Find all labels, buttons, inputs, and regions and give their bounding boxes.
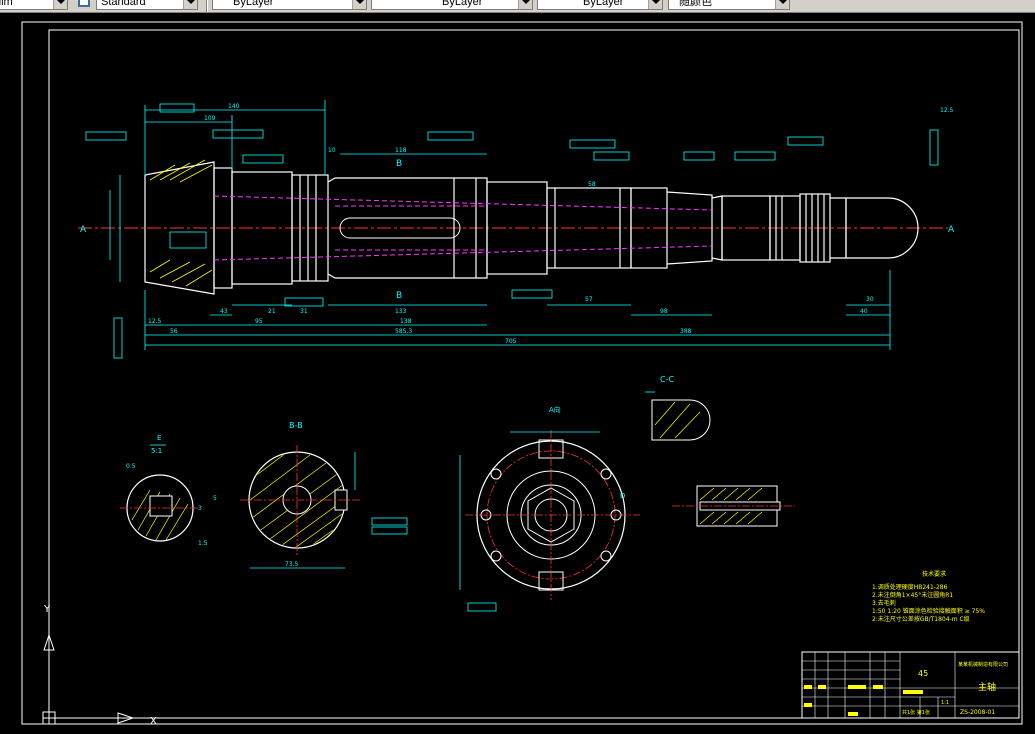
svg-text:45: 45: [918, 669, 928, 678]
svg-text:3.去毛刺: 3.去毛刺: [872, 599, 896, 607]
view-a-flange: A向 D: [459, 405, 640, 612]
technical-requirements: 技术要求 1.调质处理硬度HB241-286 2.未注倒角1×45°未注圆角R1…: [872, 570, 985, 623]
section-marker-b-top: B: [396, 159, 402, 169]
dim-style-icon: [78, 0, 90, 7]
svg-text:98: 98: [660, 308, 668, 315]
svg-text:73.5: 73.5: [285, 561, 299, 568]
svg-text:31: 31: [300, 308, 308, 315]
ucs-x-label: X: [150, 716, 157, 727]
chevron-down-icon[interactable]: [518, 0, 532, 9]
svg-text:技术要求: 技术要求: [922, 570, 946, 578]
svg-text:40: 40: [860, 308, 868, 315]
dim-style-dropdown[interactable]: Standard: [96, 0, 198, 10]
detail-e-view: E 5:1 0.5 3 1.5 5: [120, 434, 217, 547]
svg-text:某某机械制造有限公司: 某某机械制造有限公司: [958, 661, 1008, 668]
svg-text:ZS-2008-01: ZS-2008-01: [960, 709, 995, 716]
svg-text:2:未注尺寸公差按GB/T1804-m C级: 2:未注尺寸公差按GB/T1804-m C级: [872, 615, 970, 623]
svg-text:C-C: C-C: [660, 375, 674, 384]
section-bb-view: B-B 73.5: [240, 421, 408, 569]
svg-text:共1张 第1张: 共1张 第1张: [902, 709, 930, 716]
svg-text:43: 43: [220, 308, 228, 315]
title-block: 45 某某机械制造有限公司 主轴 ZS-2008-01 1:1 共1张 第1张: [801, 651, 1020, 719]
svg-text:1:50 1:20 锥面涂色检验接触面积 ≥ 75%: 1:50 1:20 锥面涂色检验接触面积 ≥ 75%: [872, 607, 985, 615]
view-arrow-a-right: A: [948, 225, 955, 235]
section-dd-view: [672, 485, 795, 527]
lineweight-dropdown[interactable]: ByLayer: [537, 0, 663, 10]
color-dropdown[interactable]: ByLayer: [212, 0, 367, 10]
svg-text:B-B: B-B: [289, 421, 303, 430]
section-marker-b-bottom: B: [396, 291, 402, 301]
svg-text:5:1: 5:1: [151, 447, 162, 455]
ucs-icon: [42, 612, 140, 725]
svg-text:56: 56: [170, 328, 178, 335]
main-shaft-view: A A B B: [78, 159, 955, 301]
svg-text:21: 21: [268, 308, 276, 315]
svg-text:138: 138: [400, 318, 412, 325]
svg-text:5: 5: [213, 495, 217, 502]
svg-text:585.3: 585.3: [395, 328, 412, 335]
ucs-y-label: Y: [43, 604, 51, 615]
svg-text:D: D: [620, 492, 625, 500]
svg-text:3: 3: [198, 505, 202, 512]
text-style-dropdown[interactable]: dim: [0, 0, 68, 10]
chevron-down-icon[interactable]: [352, 0, 366, 9]
svg-text:E: E: [157, 434, 161, 442]
svg-text:118: 118: [395, 147, 407, 154]
chevron-down-icon[interactable]: [775, 0, 789, 9]
svg-text:12.5: 12.5: [148, 318, 162, 325]
svg-text:主轴: 主轴: [978, 681, 996, 693]
svg-text:109: 109: [204, 115, 216, 122]
svg-text:30: 30: [866, 296, 874, 303]
svg-text:1.5: 1.5: [198, 540, 208, 547]
plot-style-dropdown[interactable]: 随颜色: [668, 0, 790, 10]
toolbar-separator: [206, 0, 208, 12]
svg-text:2.未注倒角1×45°未注圆角R1: 2.未注倒角1×45°未注圆角R1: [872, 591, 953, 599]
main-view-dimension-text: 705 56 388 585.3 138 133 43 95 31 21 57 …: [148, 103, 954, 345]
chevron-down-icon[interactable]: [53, 0, 67, 9]
svg-text:57: 57: [585, 296, 593, 303]
svg-text:133: 133: [395, 308, 407, 315]
svg-text:A向: A向: [549, 405, 561, 414]
svg-text:388: 388: [680, 328, 692, 335]
svg-text:0.5: 0.5: [126, 463, 136, 470]
chevron-down-icon[interactable]: [648, 0, 662, 9]
svg-text:140: 140: [228, 103, 240, 110]
section-cc-view: C-C: [645, 375, 711, 441]
drawing-canvas[interactable]: A A B B 705 56 388 585.3 138 133 43 95 3…: [0, 12, 1035, 730]
svg-text:58: 58: [588, 181, 596, 188]
chevron-down-icon[interactable]: [183, 0, 197, 9]
svg-text:705: 705: [505, 338, 517, 345]
svg-text:1:1: 1:1: [941, 700, 949, 706]
svg-text:1.调质处理硬度HB241-286: 1.调质处理硬度HB241-286: [872, 583, 948, 591]
svg-text:95: 95: [255, 318, 263, 325]
linetype-dropdown[interactable]: ByLayer: [371, 0, 533, 10]
svg-text:10: 10: [328, 147, 336, 154]
view-arrow-a-left: A: [80, 225, 87, 235]
svg-text:12.5: 12.5: [940, 107, 954, 114]
